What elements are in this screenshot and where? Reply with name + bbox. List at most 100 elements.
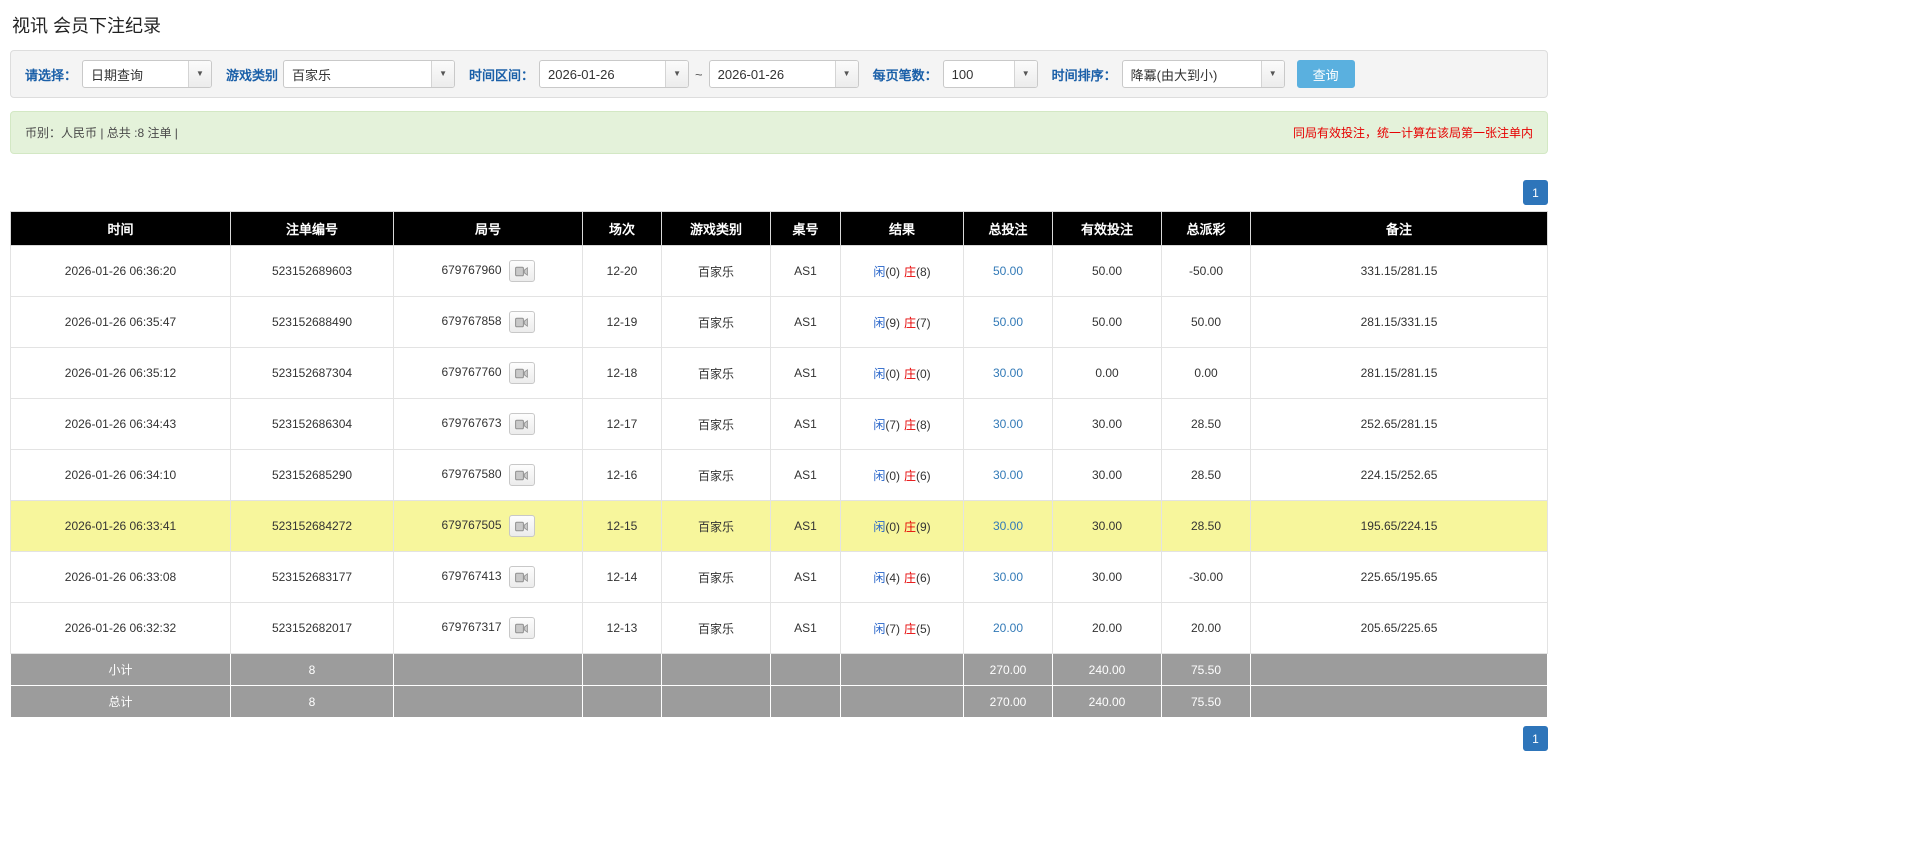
result-banker-label: 庄 — [904, 468, 917, 483]
result-banker-score: (8) — [916, 264, 931, 279]
empty-cell — [393, 653, 583, 686]
search-button[interactable]: 查询 — [1296, 60, 1355, 88]
cell-table-no: AS1 — [770, 398, 841, 450]
cell-note: 331.15/281.15 — [1250, 245, 1548, 297]
cell-valid-bet: 30.00 — [1052, 551, 1162, 603]
cell-session: 12-20 — [582, 245, 662, 297]
total-bet-link[interactable]: 30.00 — [993, 417, 1023, 431]
total-bet-link[interactable]: 30.00 — [993, 468, 1023, 482]
round-number: 679767673 — [441, 416, 502, 431]
table-header-row: 时间 注单编号 局号 场次 游戏类别 桌号 结果 总投注 有效投注 总派彩 备注 — [10, 211, 1548, 246]
date-from-dropdown-button[interactable]: ▼ — [665, 61, 689, 87]
cell-result: 闲(7) 庄(5) — [840, 602, 964, 654]
cell-note: 281.15/331.15 — [1250, 296, 1548, 348]
cell-round: 679767960 — [393, 245, 583, 297]
empty-cell — [582, 653, 662, 686]
cell-valid-bet: 50.00 — [1052, 245, 1162, 297]
cell-total-bet: 30.00 — [963, 500, 1053, 552]
round-number: 679767505 — [441, 518, 502, 533]
game-type-input[interactable] — [284, 61, 432, 87]
page-size-combobox: ▼ — [942, 60, 1038, 88]
video-replay-button[interactable] — [508, 515, 535, 537]
empty-cell — [1250, 685, 1548, 718]
total-bet-link[interactable]: 30.00 — [993, 570, 1023, 584]
cell-table-no: AS1 — [770, 602, 841, 654]
cell-bet-id: 523152687304 — [230, 347, 394, 399]
table-row: 2026-01-26 06:35:12 523152687304 679767760… — [10, 347, 1548, 399]
column-header: 备注 — [1250, 211, 1548, 246]
cell-session: 12-17 — [582, 398, 662, 450]
column-header: 桌号 — [770, 211, 841, 246]
video-replay-button[interactable] — [508, 617, 535, 639]
query-type-input[interactable] — [83, 61, 189, 87]
video-replay-button[interactable] — [508, 260, 535, 282]
empty-cell — [770, 685, 841, 718]
cell-game-type: 百家乐 — [661, 500, 771, 552]
subtotal-total-bet: 270.00 — [963, 653, 1053, 686]
page-button-1[interactable]: 1 — [1523, 180, 1548, 205]
date-from-combobox: ▼ — [539, 60, 690, 88]
result-banker-score: (8) — [916, 417, 931, 432]
result-player-score: (9) — [885, 315, 900, 330]
game-type-combobox: ▼ — [283, 60, 456, 88]
cell-payout: -50.00 — [1161, 245, 1251, 297]
cell-session: 12-13 — [582, 602, 662, 654]
page-size-dropdown-button[interactable]: ▼ — [1013, 61, 1037, 87]
column-header: 注单编号 — [230, 211, 394, 246]
total-bet-link[interactable]: 20.00 — [993, 621, 1023, 635]
table-row: 2026-01-26 06:34:10 523152685290 679767580… — [10, 449, 1548, 501]
currency-summary-text: 币别：人民币 | 总共 :8 注单 | — [25, 126, 178, 140]
cell-payout: 28.50 — [1161, 500, 1251, 552]
cell-game-type: 百家乐 — [661, 551, 771, 603]
result-player-label: 闲 — [873, 417, 886, 432]
sort-order-dropdown-button[interactable]: ▼ — [1260, 61, 1284, 87]
page-button-1[interactable]: 1 — [1523, 726, 1548, 751]
total-bet-link[interactable]: 50.00 — [993, 264, 1023, 278]
video-icon — [515, 572, 528, 582]
video-icon — [515, 521, 528, 531]
cell-round: 679767858 — [393, 296, 583, 348]
date-to-dropdown-button[interactable]: ▼ — [834, 61, 858, 87]
cell-payout: 20.00 — [1161, 602, 1251, 654]
pagination-bottom: 1 — [10, 726, 1548, 751]
video-replay-button[interactable] — [508, 413, 535, 435]
date-from-input[interactable] — [540, 61, 666, 87]
cell-note: 281.15/281.15 — [1250, 347, 1548, 399]
video-replay-button[interactable] — [508, 464, 535, 486]
subtotal-valid-bet: 240.00 — [1052, 653, 1162, 686]
table-row: 2026-01-26 06:36:20 523152689603 679767960… — [10, 245, 1548, 297]
total-bet-link[interactable]: 50.00 — [993, 315, 1023, 329]
video-icon — [515, 419, 528, 429]
result-banker-label: 庄 — [904, 417, 917, 432]
sort-order-input[interactable] — [1122, 61, 1261, 87]
cell-note: 195.65/224.15 — [1250, 500, 1548, 552]
video-replay-button[interactable] — [508, 311, 535, 333]
video-replay-button[interactable] — [508, 362, 535, 384]
game-type-dropdown-button[interactable]: ▼ — [431, 61, 455, 87]
date-to-input[interactable] — [709, 61, 835, 87]
total-bet-link[interactable]: 30.00 — [993, 519, 1023, 533]
result-player-score: (7) — [885, 417, 900, 432]
cell-round: 679767413 — [393, 551, 583, 603]
cell-bet-id: 523152682017 — [230, 602, 394, 654]
bet-records-table: 时间 注单编号 局号 场次 游戏类别 桌号 结果 总投注 有效投注 总派彩 备注 2026-01-2… — [10, 211, 1548, 718]
cell-session: 12-16 — [582, 449, 662, 501]
page-title: 视讯 会员下注纪录 — [12, 16, 162, 36]
subtotal-label: 小计 — [10, 653, 231, 686]
cell-game-type: 百家乐 — [661, 449, 771, 501]
page-size-input[interactable] — [943, 61, 1014, 87]
round-number: 679767317 — [441, 620, 502, 635]
cell-bet-id: 523152684272 — [230, 500, 394, 552]
cell-result: 闲(0) 庄(6) — [840, 449, 964, 501]
cell-result: 闲(0) 庄(0) — [840, 347, 964, 399]
video-icon — [515, 266, 528, 276]
column-header: 局号 — [393, 211, 583, 246]
cell-time: 2026-01-26 06:35:47 — [10, 296, 231, 348]
cell-total-bet: 50.00 — [963, 245, 1053, 297]
cell-table-no: AS1 — [770, 296, 841, 348]
total-bet-link[interactable]: 30.00 — [993, 366, 1023, 380]
cell-table-no: AS1 — [770, 551, 841, 603]
query-type-dropdown-button[interactable]: ▼ — [188, 61, 212, 87]
cell-payout: 0.00 — [1161, 347, 1251, 399]
video-replay-button[interactable] — [508, 566, 535, 588]
